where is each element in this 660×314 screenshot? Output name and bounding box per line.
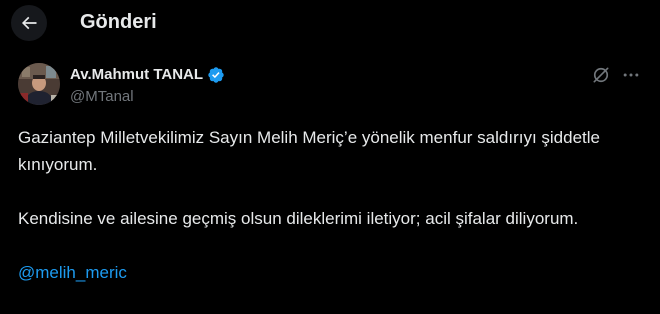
tweet-text: Gaziantep Milletvekilimiz Sayın Melih Me… [18,124,638,286]
page-title: Gönderi [80,11,157,33]
more-horizontal-icon [623,73,639,77]
back-button[interactable] [11,5,47,41]
grok-button[interactable] [590,64,612,86]
tweet-paragraph-1: Gaziantep Milletvekilimiz Sayın Melih Me… [18,128,600,174]
avatar[interactable] [18,63,60,105]
tweet-paragraph-2: Kendisine ve ailesine geçmiş olsun dilek… [18,209,579,228]
more-options-button[interactable] [620,64,642,86]
mention-link[interactable]: @melih_meric [18,263,127,282]
arrow-left-icon [21,16,37,30]
verified-badge-icon [208,67,224,83]
top-bar: Gönderi [0,0,660,44]
avatar-image [18,63,60,105]
author-handle[interactable]: @MTanal [70,88,134,106]
author-display-name[interactable]: Av.Mahmut TANAL [70,66,225,84]
author-name-text: Av.Mahmut TANAL [70,66,204,83]
grok-icon [593,67,609,83]
